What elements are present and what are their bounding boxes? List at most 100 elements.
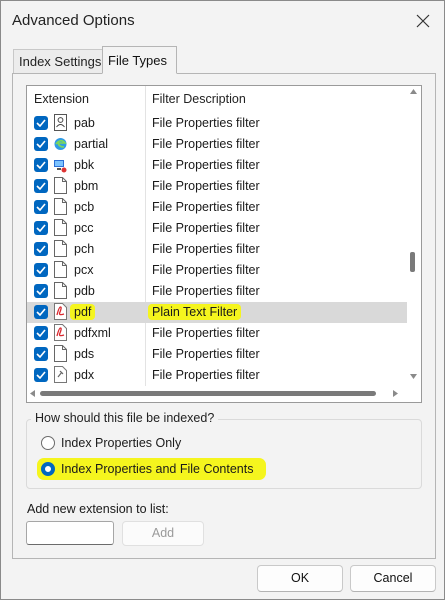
column-header-extension[interactable]: Extension bbox=[34, 92, 89, 106]
network-phonebook-icon bbox=[54, 160, 67, 173]
filter-description: File Properties filter bbox=[152, 326, 260, 340]
extension-label: pcb bbox=[74, 200, 95, 214]
extension-label: pdf bbox=[70, 304, 96, 320]
checkmark-icon bbox=[36, 350, 46, 358]
checkmark-icon bbox=[36, 203, 46, 211]
scroll-up-arrow-icon[interactable] bbox=[410, 89, 417, 94]
extension-label: pdb bbox=[74, 284, 95, 298]
filter-description: File Properties filter bbox=[152, 116, 260, 130]
checkbox-pdb[interactable] bbox=[34, 284, 48, 298]
list-item-pbk[interactable]: pbk File Properties filter bbox=[27, 155, 407, 176]
scroll-left-arrow-icon[interactable] bbox=[30, 390, 35, 397]
tab-index-settings[interactable]: Index Settings bbox=[13, 49, 103, 73]
checkmark-icon bbox=[36, 371, 46, 379]
scroll-right-arrow-icon[interactable] bbox=[393, 390, 398, 397]
checkbox-pab[interactable] bbox=[34, 116, 48, 130]
radio-label-index-properties-only[interactable]: Index Properties Only bbox=[61, 436, 181, 450]
ok-button[interactable]: OK bbox=[257, 565, 343, 592]
extension-label: pbm bbox=[74, 179, 99, 193]
checkmark-icon bbox=[36, 119, 46, 127]
horizontal-scrollbar[interactable] bbox=[27, 386, 407, 402]
radio-label-index-properties-and-contents[interactable]: Index Properties and File Contents bbox=[61, 462, 253, 476]
title-bar: Advanced Options bbox=[1, 1, 444, 41]
extension-label: pdfxml bbox=[74, 326, 111, 340]
list-item-pch[interactable]: pch File Properties filter bbox=[27, 239, 407, 260]
highlighted-filter-description: Plain Text Filter bbox=[148, 304, 242, 320]
pdf-file-icon bbox=[54, 303, 67, 320]
checkbox-pdf[interactable] bbox=[34, 305, 48, 319]
list-item-pdf[interactable]: pdf Plain Text Filter bbox=[27, 302, 407, 323]
blank-file-icon bbox=[54, 261, 67, 278]
list-item-partial[interactable]: partial File Properties filter bbox=[27, 134, 407, 155]
extension-label: pcx bbox=[74, 263, 94, 277]
filter-description: Plain Text Filter bbox=[148, 304, 242, 320]
checkmark-icon bbox=[36, 266, 46, 274]
list-item-pbm[interactable]: pbm File Properties filter bbox=[27, 176, 407, 197]
list-item-pcx[interactable]: pcx File Properties filter bbox=[27, 260, 407, 281]
cancel-button[interactable]: Cancel bbox=[350, 565, 436, 592]
checkbox-pcb[interactable] bbox=[34, 200, 48, 214]
radio-index-properties-and-contents[interactable] bbox=[41, 462, 55, 476]
add-button[interactable]: Add bbox=[122, 521, 204, 546]
checkmark-icon bbox=[36, 308, 46, 316]
radio-index-properties-only[interactable] bbox=[41, 436, 55, 450]
list-header: Extension Filter Description bbox=[27, 86, 407, 113]
filter-description: File Properties filter bbox=[152, 368, 260, 382]
checkbox-pcx[interactable] bbox=[34, 263, 48, 277]
checkbox-pcc[interactable] bbox=[34, 221, 48, 235]
pdf-file-icon bbox=[54, 324, 67, 341]
list-item-pdx[interactable]: pdx File Properties filter bbox=[27, 365, 407, 386]
close-button[interactable] bbox=[408, 7, 438, 35]
checkmark-icon bbox=[36, 245, 46, 253]
checkmark-icon bbox=[36, 182, 46, 190]
list-item-pds[interactable]: pds File Properties filter bbox=[27, 344, 407, 365]
index-method-group-label: How should this file be indexed? bbox=[31, 411, 219, 425]
checkmark-icon bbox=[36, 224, 46, 232]
extension-label: pds bbox=[74, 347, 95, 361]
list-item-pcc[interactable]: pcc File Properties filter bbox=[27, 218, 407, 239]
file-type-list[interactable]: Extension Filter Description pab File Pr… bbox=[26, 85, 422, 403]
contact-card-icon bbox=[54, 114, 67, 131]
list-rows: pab File Properties filter partial File … bbox=[27, 113, 407, 386]
filter-description: File Properties filter bbox=[152, 263, 260, 277]
vertical-scroll-thumb[interactable] bbox=[410, 252, 415, 272]
list-item-pab[interactable]: pab File Properties filter bbox=[27, 113, 407, 134]
blank-file-icon bbox=[54, 240, 67, 257]
scrollbar-corner bbox=[407, 386, 421, 402]
blank-file-icon bbox=[54, 198, 67, 215]
edge-browser-icon bbox=[54, 138, 67, 150]
tab-file-types[interactable]: File Types bbox=[102, 46, 177, 74]
filter-description: File Properties filter bbox=[152, 284, 260, 298]
list-item-pdfxml[interactable]: pdfxml File Properties filter bbox=[27, 323, 407, 344]
blank-file-icon bbox=[54, 219, 67, 236]
checkbox-partial[interactable] bbox=[34, 137, 48, 151]
checkbox-pdx[interactable] bbox=[34, 368, 48, 382]
highlighted-extension: pdf bbox=[70, 304, 96, 320]
list-item-pdb[interactable]: pdb File Properties filter bbox=[27, 281, 407, 302]
blank-file-icon bbox=[54, 282, 67, 299]
checkbox-pch[interactable] bbox=[34, 242, 48, 256]
filter-description: File Properties filter bbox=[152, 200, 260, 214]
new-extension-input[interactable] bbox=[26, 521, 114, 545]
checkbox-pds[interactable] bbox=[34, 347, 48, 361]
extension-label: pbk bbox=[74, 158, 95, 172]
filter-description: File Properties filter bbox=[152, 179, 260, 193]
list-item-pcb[interactable]: pcb File Properties filter bbox=[27, 197, 407, 218]
checkbox-pbm[interactable] bbox=[34, 179, 48, 193]
filter-description: File Properties filter bbox=[152, 221, 260, 235]
filter-description: File Properties filter bbox=[152, 242, 260, 256]
window-title: Advanced Options bbox=[12, 12, 135, 29]
checkbox-pbk[interactable] bbox=[34, 158, 48, 172]
vertical-scrollbar[interactable] bbox=[407, 86, 421, 386]
extension-label: pab bbox=[74, 116, 95, 130]
pdx-file-icon bbox=[54, 366, 67, 383]
filter-description: File Properties filter bbox=[152, 347, 260, 361]
checkmark-icon bbox=[36, 287, 46, 295]
checkbox-pdfxml[interactable] bbox=[34, 326, 48, 340]
checkmark-icon bbox=[36, 329, 46, 337]
horizontal-scroll-thumb[interactable] bbox=[40, 391, 376, 396]
add-extension-label: Add new extension to list: bbox=[27, 502, 169, 516]
scroll-down-arrow-icon[interactable] bbox=[410, 374, 417, 379]
column-header-description[interactable]: Filter Description bbox=[152, 92, 246, 106]
advanced-options-dialog: Advanced Options Index Settings File Typ… bbox=[0, 0, 445, 600]
